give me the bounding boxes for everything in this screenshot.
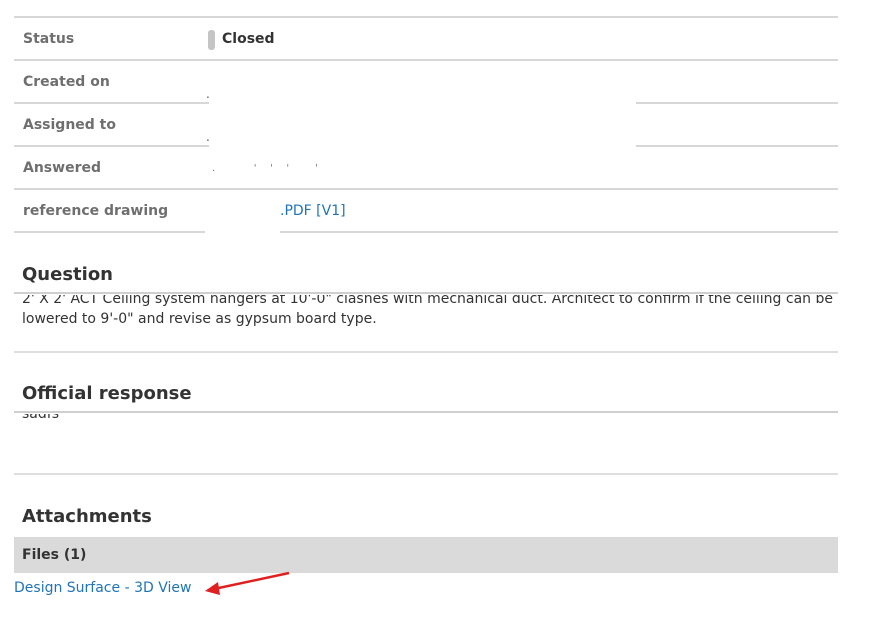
status-label: Status	[23, 31, 75, 47]
attachment-file-link[interactable]: Design Surface - 3D View	[14, 580, 191, 596]
status-indicator	[208, 30, 215, 50]
reference-row: reference drawing .PDF [V1]	[14, 190, 838, 233]
row-divider	[14, 231, 205, 233]
answered-value-fragment: . ' ' ' '	[212, 163, 319, 174]
created-value-fragment: .	[206, 87, 210, 101]
question-title: Question	[22, 264, 113, 285]
arrow-shaft	[213, 571, 290, 591]
files-header: Files (1)	[14, 537, 838, 573]
response-bottom-divider	[14, 473, 838, 475]
reference-drawing-link[interactable]: .PDF [V1]	[280, 190, 346, 233]
question-bottom-divider	[14, 351, 838, 353]
response-title: Official response	[22, 383, 192, 404]
arrow-head	[205, 582, 220, 595]
question-divider	[14, 292, 838, 294]
row-divider	[280, 231, 838, 233]
answered-label: Answered	[23, 160, 101, 176]
status-row: Status Closed	[14, 18, 838, 61]
files-count-label: Files (1)	[22, 547, 87, 563]
red-arrow-annotation	[205, 571, 290, 595]
assigned-row: Assigned to .	[14, 104, 838, 147]
response-value: sadfs	[22, 414, 59, 422]
assigned-label: Assigned to	[23, 117, 116, 133]
created-label: Created on	[23, 74, 110, 90]
reference-label: reference drawing	[23, 203, 169, 219]
assigned-value-fragment: .	[206, 130, 210, 144]
response-text: sadfs	[14, 414, 838, 428]
answered-row: Answered . ' ' ' '	[14, 147, 838, 190]
question-line-2: lowered to 9'-0" and revise as gypsum bo…	[22, 311, 377, 327]
attachments-title: Attachments	[22, 506, 152, 527]
status-value: Closed	[222, 31, 275, 47]
question-text: 2' X 2' ACT Ceiling system hangers at 10…	[14, 295, 838, 343]
created-row: Created on .	[14, 61, 838, 104]
response-divider	[14, 411, 838, 413]
